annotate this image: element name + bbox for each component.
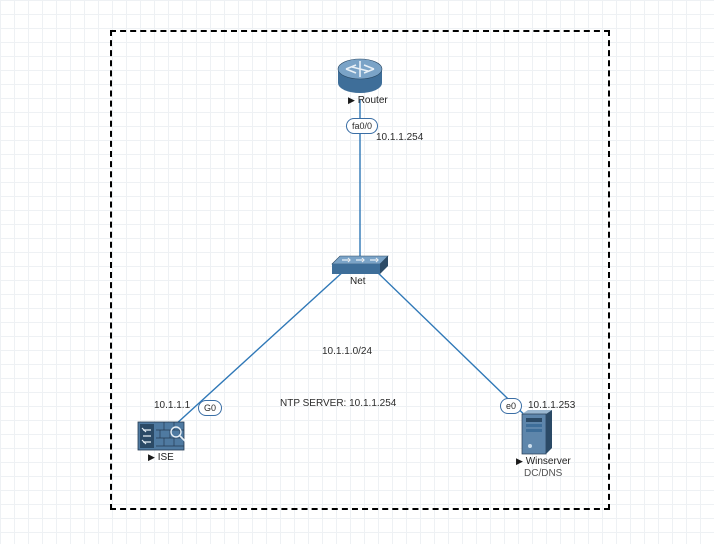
router-icon[interactable]: [338, 59, 382, 93]
switch-label-text: Net: [350, 276, 366, 287]
ise-ip-label: 10.1.1.1: [154, 400, 190, 411]
switch-label: Net: [350, 276, 366, 287]
winserver-label: ▶ Winserver: [516, 456, 571, 467]
ntp-label: NTP SERVER: 10.1.1.254: [280, 398, 396, 409]
links-and-devices: [0, 0, 714, 544]
router-label: ▶ Router: [348, 95, 388, 106]
topology-canvas: ▶ Router Net ▶ ISE ▶ Winserver DC/DNS fa…: [0, 0, 714, 544]
play-icon: ▶: [516, 456, 523, 466]
port-ise-g0: G0: [198, 400, 222, 416]
play-icon: ▶: [348, 95, 355, 105]
winserver-icon[interactable]: [522, 410, 552, 454]
port-win-e0: e0: [500, 398, 522, 414]
play-icon: ▶: [148, 452, 155, 462]
winserver-sublabel: DC/DNS: [524, 468, 562, 479]
winserver-label-text: Winserver: [526, 456, 571, 467]
ise-label-text: ISE: [158, 452, 174, 463]
router-label-text: Router: [358, 95, 388, 106]
ise-label: ▶ ISE: [148, 452, 174, 463]
win-ip-label: 10.1.1.253: [528, 400, 575, 411]
switch-icon[interactable]: [332, 256, 388, 274]
subnet-label: 10.1.1.0/24: [322, 346, 372, 357]
router-ip-label: 10.1.1.254: [376, 132, 423, 143]
ise-icon[interactable]: [138, 422, 185, 450]
port-router-fa00: fa0/0: [346, 118, 378, 134]
